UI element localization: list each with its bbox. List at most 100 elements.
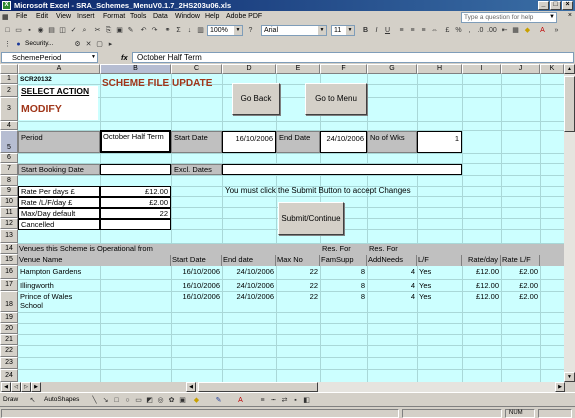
font-color-icon[interactable]: A bbox=[236, 396, 245, 405]
menu-tools[interactable]: Tools bbox=[130, 13, 146, 20]
research-icon[interactable]: ⌕ bbox=[80, 26, 89, 35]
toolbar-options-icon[interactable]: » bbox=[552, 26, 561, 35]
col-header-b[interactable]: B bbox=[100, 64, 171, 74]
align-left-icon[interactable]: ≡ bbox=[397, 26, 406, 35]
format-painter-icon[interactable]: ✎ bbox=[126, 26, 135, 35]
period-input[interactable]: October Half Term bbox=[100, 130, 171, 153]
insert-function-icon[interactable]: fx bbox=[121, 53, 128, 62]
line-icon[interactable]: ╲ bbox=[90, 396, 99, 405]
maximize-button[interactable]: □ bbox=[550, 1, 561, 10]
line-color-icon[interactable]: ✎ bbox=[214, 396, 223, 405]
row-header-11[interactable]: 11 bbox=[0, 207, 18, 218]
prev-sheet-icon[interactable]: ◁ bbox=[11, 382, 21, 392]
percent-icon[interactable]: % bbox=[454, 26, 463, 35]
sort-asc-icon[interactable]: ↓ bbox=[185, 26, 194, 35]
start-date-input[interactable]: 16/10/2006 bbox=[222, 131, 276, 153]
italic-icon[interactable]: I bbox=[372, 26, 381, 35]
col-header-f[interactable]: F bbox=[320, 64, 367, 74]
menu-format[interactable]: Format bbox=[103, 13, 125, 20]
align-right-icon[interactable]: ≡ bbox=[419, 26, 428, 35]
row-header-1[interactable]: 1 bbox=[0, 74, 18, 84]
font-select[interactable]: Arial ▼ bbox=[261, 25, 327, 36]
wordart-icon[interactable]: ◩ bbox=[145, 396, 154, 405]
scroll-up-icon[interactable]: ▲ bbox=[564, 64, 575, 74]
new-icon[interactable]: □ bbox=[3, 26, 12, 35]
help-icon[interactable]: ? bbox=[246, 26, 255, 35]
row-header-5[interactable]: 5 bbox=[0, 130, 18, 153]
arrow-icon[interactable]: ↘ bbox=[101, 396, 110, 405]
no-of-wks-value[interactable]: 1 bbox=[417, 131, 462, 153]
row-header-16[interactable]: 16 bbox=[0, 265, 18, 279]
shadow-icon[interactable]: ▪ bbox=[291, 396, 300, 405]
fill-color-icon[interactable]: ◆ bbox=[192, 396, 201, 405]
chevron-down-icon[interactable]: ▼ bbox=[318, 26, 326, 35]
row-header-13[interactable]: 13 bbox=[0, 229, 18, 243]
autosum-icon[interactable]: Σ bbox=[174, 26, 183, 35]
menu-data[interactable]: Data bbox=[153, 13, 168, 20]
row-header-3[interactable]: 3 bbox=[0, 97, 18, 121]
menu-file[interactable]: File bbox=[16, 13, 27, 20]
scroll-down-icon[interactable]: ▼ bbox=[564, 372, 575, 382]
scroll-right-icon[interactable]: ▶ bbox=[555, 382, 565, 392]
menu-view[interactable]: View bbox=[56, 13, 71, 20]
borders-icon[interactable]: ▦ bbox=[511, 26, 520, 35]
close-button[interactable]: × bbox=[562, 1, 573, 10]
autoshapes-menu[interactable]: AutoShapes bbox=[44, 396, 79, 403]
merge-center-icon[interactable]: ⇔ bbox=[430, 26, 439, 35]
save-icon[interactable]: ▪ bbox=[25, 26, 34, 35]
row-header-23[interactable]: 23 bbox=[0, 357, 18, 369]
row-header-20[interactable]: 20 bbox=[0, 323, 18, 334]
print-icon[interactable]: ▤ bbox=[47, 26, 56, 35]
security-button[interactable]: Security... bbox=[25, 40, 53, 47]
3d-icon[interactable]: ◧ bbox=[302, 396, 311, 405]
formula-input[interactable]: October Half Term bbox=[132, 52, 574, 63]
diagram-icon[interactable]: ◎ bbox=[156, 396, 165, 405]
design-mode-icon[interactable]: ▢ bbox=[95, 40, 104, 49]
last-sheet-icon[interactable]: ▶ bbox=[31, 382, 41, 392]
chart-wizard-icon[interactable]: ▥ bbox=[196, 26, 205, 35]
cancelled-input[interactable] bbox=[100, 219, 171, 230]
undo-icon[interactable]: ↶ bbox=[139, 26, 148, 35]
minimize-button[interactable]: _ bbox=[538, 1, 549, 10]
col-header-i[interactable]: I bbox=[462, 64, 501, 74]
vertical-scroll-thumb[interactable] bbox=[564, 76, 575, 132]
row-header-6[interactable]: 6 bbox=[0, 153, 18, 163]
row-header-18[interactable]: 18 bbox=[0, 291, 18, 312]
dash-style-icon[interactable]: ┅ bbox=[269, 396, 278, 405]
row-header-14[interactable]: 14 bbox=[0, 243, 18, 254]
chevron-down-icon[interactable]: ▼ bbox=[91, 53, 96, 62]
hyperlink-icon[interactable]: ⚭ bbox=[163, 26, 172, 35]
end-date-input[interactable]: 24/10/2006 bbox=[320, 131, 367, 153]
worksheet[interactable]: SCR20132 SCHEME FILE UPDATE SELECT ACTIO… bbox=[18, 74, 564, 382]
row-header-15[interactable]: 15 bbox=[0, 254, 18, 265]
oval-icon[interactable]: ○ bbox=[123, 396, 132, 405]
picture-icon[interactable]: ▣ bbox=[178, 396, 187, 405]
copy-icon[interactable]: ⎘ bbox=[104, 26, 113, 35]
cut-icon[interactable]: ✂ bbox=[93, 26, 102, 35]
help-search-input[interactable]: Type a question for help ▼ bbox=[461, 12, 557, 23]
menu-help[interactable]: Help bbox=[205, 13, 219, 20]
start-booking-input[interactable] bbox=[100, 164, 171, 175]
row-header-22[interactable]: 22 bbox=[0, 345, 18, 357]
row-header-7[interactable]: 7 bbox=[0, 163, 18, 175]
menu-insert[interactable]: Insert bbox=[77, 13, 95, 20]
row-header-19[interactable]: 19 bbox=[0, 312, 18, 323]
col-header-a[interactable]: A bbox=[18, 64, 100, 74]
col-header-h[interactable]: H bbox=[417, 64, 462, 74]
col-header-g[interactable]: G bbox=[367, 64, 417, 74]
vertical-scrollbar[interactable]: ▲ ▼ bbox=[564, 64, 575, 382]
decrease-indent-icon[interactable]: ⇤ bbox=[500, 26, 509, 35]
security-icon[interactable]: ● bbox=[14, 40, 23, 49]
align-center-icon[interactable]: ≡ bbox=[408, 26, 417, 35]
chevron-down-icon[interactable]: ▼ bbox=[549, 13, 555, 22]
rectangle-icon[interactable]: □ bbox=[112, 396, 121, 405]
row-header-9[interactable]: 9 bbox=[0, 186, 18, 196]
horizontal-scrollbar[interactable]: ◀ ▶ bbox=[186, 382, 565, 392]
bold-icon[interactable]: B bbox=[361, 26, 370, 35]
max-day-input[interactable]: 22 bbox=[100, 208, 171, 219]
submit-continue-button[interactable]: Submit/Continue bbox=[278, 202, 344, 235]
next-sheet-icon[interactable]: ▷ bbox=[21, 382, 31, 392]
excel-doc-icon[interactable]: ▦ bbox=[2, 13, 9, 21]
name-box[interactable]: SchemePeriod ▼ bbox=[1, 52, 98, 63]
go-back-button[interactable]: Go Back bbox=[232, 83, 280, 115]
